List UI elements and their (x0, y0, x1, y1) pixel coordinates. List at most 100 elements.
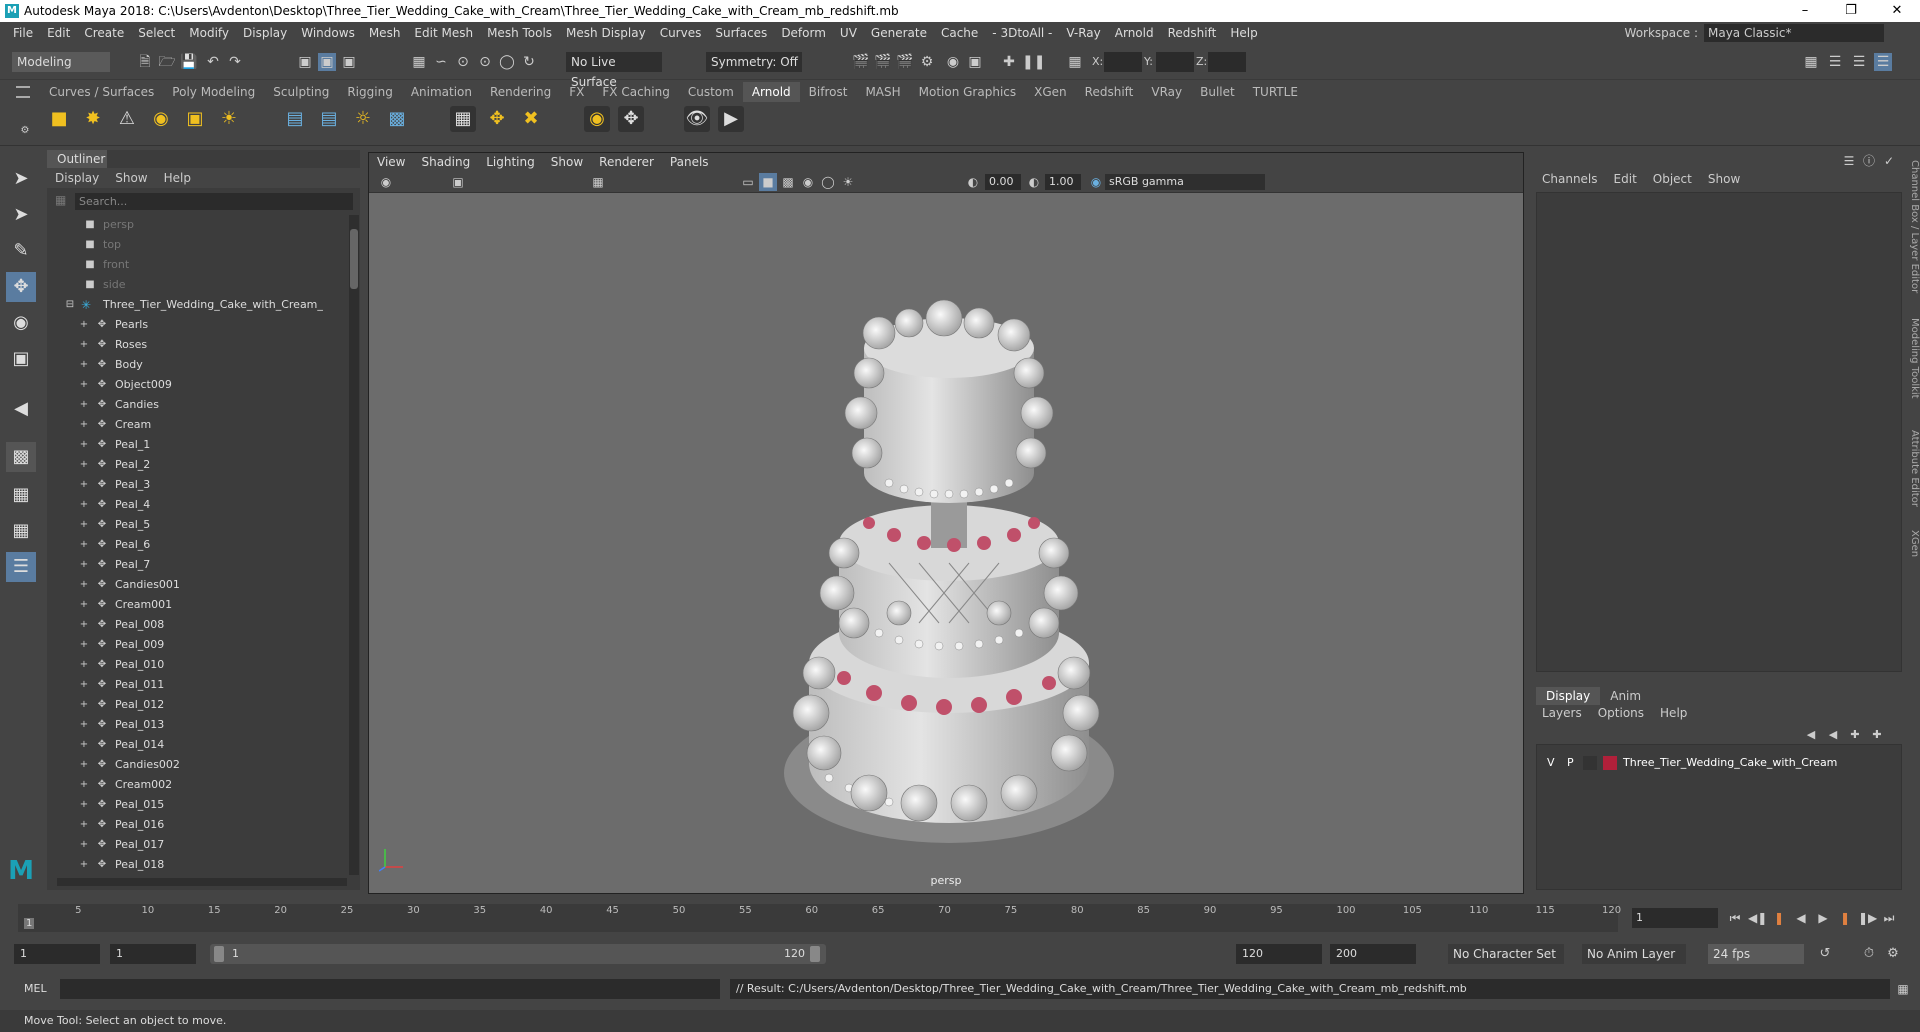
symmetry-dropdown[interactable]: Symmetry: Off (706, 52, 802, 72)
wireframe-icon[interactable]: ▭ (739, 173, 757, 191)
outliner-layout-icon[interactable]: ☰ (6, 552, 36, 582)
gamma-icon[interactable]: ◐ (1025, 173, 1043, 191)
redshift-render-icon[interactable]: ▣ (966, 53, 984, 71)
y-field[interactable] (1156, 52, 1194, 72)
shelf-tab-xgen[interactable]: XGen (1025, 82, 1076, 102)
snap-grid-icon[interactable]: ▦ (410, 53, 428, 71)
mesh-light-icon[interactable]: ✸ (80, 106, 106, 132)
live-surface-dropdown[interactable]: No Live Surface (566, 52, 662, 89)
list-item[interactable]: + ✥ Peal_4 (47, 495, 349, 515)
end-frame-field[interactable]: 120 (1236, 944, 1322, 964)
wedding-cake-model[interactable] (769, 293, 1129, 853)
select-by-object-icon[interactable]: ▣ (318, 53, 336, 71)
list-item[interactable]: + ✥ Peal_5 (47, 515, 349, 535)
list-item[interactable]: + ✥ Body (47, 355, 349, 375)
tool-settings-icon[interactable]: ☰ (1850, 53, 1868, 71)
workspace-dropdown[interactable]: Maya Classic* (1704, 24, 1884, 42)
fps-dropdown[interactable]: 24 fps (1708, 944, 1804, 964)
grid-icon[interactable]: ▦ (589, 173, 607, 191)
play-backward-icon[interactable]: ◀ (1792, 909, 1810, 927)
list-item[interactable]: + ✥ Peal_1 (47, 435, 349, 455)
shelf-tab-custom[interactable]: Custom (679, 82, 743, 102)
menu-curves[interactable]: Curves (660, 26, 702, 40)
menu-generate[interactable]: Generate (871, 26, 927, 40)
snap-point-icon[interactable]: ⊙ (454, 53, 472, 71)
shelf-tab-redshift[interactable]: Redshift (1076, 82, 1143, 102)
layer-color-swatch[interactable] (1603, 756, 1617, 770)
side-tab-modeling-toolkit[interactable]: Modeling Toolkit (1904, 318, 1920, 408)
shelf-tab-fx-caching[interactable]: FX Caching (593, 82, 678, 102)
paint-select-tool-icon[interactable]: ✎ (6, 236, 36, 266)
menu-mesh[interactable]: Mesh (369, 26, 401, 40)
shelf-settings-icon[interactable]: ⚙ (16, 122, 34, 140)
anim-start-field[interactable]: 1 (110, 944, 196, 964)
viewport-menu-show[interactable]: Show (551, 155, 583, 169)
select-by-component-icon[interactable]: ▣ (340, 53, 358, 71)
menu-cache[interactable]: Cache (941, 26, 978, 40)
list-item[interactable]: + ✥ Peal_017 (47, 835, 349, 855)
menu-surfaces[interactable]: Surfaces (715, 26, 767, 40)
z-field[interactable] (1208, 52, 1246, 72)
character-set-dropdown[interactable]: No Character Set (1448, 944, 1564, 964)
tab-display[interactable]: Display (1536, 687, 1601, 705)
rotate-tool-icon[interactable]: ◉ (6, 308, 36, 338)
go-to-end-icon[interactable]: ⏭ (1880, 909, 1898, 927)
snap-curve-icon[interactable]: ∽ (432, 53, 450, 71)
go-to-start-icon[interactable]: ⏮ (1726, 909, 1744, 927)
menu-uv[interactable]: UV (840, 26, 857, 40)
step-forward-icon[interactable]: ❚▶ (1858, 909, 1877, 927)
outliner-menu-show[interactable]: Show (115, 171, 147, 185)
menu-select[interactable]: Select (138, 26, 175, 40)
shelf-tab-turtle[interactable]: TURTLE (1244, 82, 1307, 102)
pin-icon[interactable]: ✓ (1880, 152, 1898, 170)
menu-windows[interactable]: Windows (301, 26, 355, 40)
list-item[interactable]: ■ front (47, 255, 349, 275)
list-item[interactable]: + ✥ Candies001 (47, 575, 349, 595)
skydome-light-icon[interactable]: ◉ (148, 106, 174, 132)
list-item[interactable]: + ✥ Peal_011 (47, 675, 349, 695)
single-view-icon[interactable]: ▩ (6, 442, 36, 472)
minimize-icon[interactable]: – (1782, 0, 1828, 22)
list-item[interactable]: + ✥ Pearls (47, 315, 349, 335)
new-scene-icon[interactable]: 🗎 (136, 53, 154, 71)
select-by-hierarchy-icon[interactable]: ▣ (296, 53, 314, 71)
new-layer-icon[interactable]: ✚ (1846, 726, 1864, 744)
shelf-tab-fx[interactable]: FX (560, 82, 593, 102)
filter-icon[interactable]: ▦ (55, 193, 66, 207)
list-item[interactable]: + ✥ Roses (47, 335, 349, 355)
txmanager-icon[interactable]: ◉ (584, 106, 610, 132)
mode-dropdown[interactable]: Modeling (12, 52, 110, 72)
render-preview-icon[interactable]: 👁 (684, 106, 710, 132)
move-tool-icon[interactable]: ✥ (6, 272, 36, 302)
shelf-tab-bifrost[interactable]: Bifrost (800, 82, 857, 102)
close-icon[interactable]: ✕ (1874, 0, 1920, 22)
four-view-icon[interactable]: ▦ (6, 480, 36, 510)
loop-icon[interactable]: ↺ (1816, 945, 1834, 963)
outliner-menu-display[interactable]: Display (55, 171, 99, 185)
layer-name[interactable]: Three_Tier_Wedding_Cake_with_Cream (1623, 753, 1837, 773)
time-slider[interactable]: 5 10 15 20 25 30 35 40 45 50 55 60 65 70 75 80 85 90 95 100… (0, 900, 1920, 934)
list-item[interactable]: + ✥ Peal_013 (47, 715, 349, 735)
current-frame-field[interactable]: 1 (1632, 908, 1718, 928)
outliner-hscrollbar[interactable] (57, 878, 347, 886)
shelf-tab-arnold[interactable]: Arnold (742, 82, 800, 102)
range-slider[interactable]: 1 120 (210, 944, 826, 964)
snap-view-icon[interactable]: ⊙ (476, 53, 494, 71)
outliner-search-input[interactable]: Search... (75, 193, 353, 210)
viewport-menu-lighting[interactable]: Lighting (486, 155, 535, 169)
move-layer-down-icon[interactable]: ◀ (1824, 726, 1842, 744)
undo-icon[interactable]: ↶ (204, 53, 222, 71)
layer-menu-help[interactable]: Help (1660, 706, 1687, 720)
last-tool-icon[interactable]: ◀ (6, 394, 36, 424)
list-item[interactable]: + ✥ Cream001 (47, 595, 349, 615)
light-portal-icon[interactable]: ▣ (182, 106, 208, 132)
render-settings-icon[interactable]: ⚙ (918, 53, 936, 71)
photometric-light-icon[interactable]: ⚠ (114, 106, 140, 132)
range-handle-end[interactable] (810, 946, 820, 962)
script-lang-label[interactable]: MEL (24, 982, 47, 995)
menu-file[interactable]: File (13, 26, 33, 40)
select-camera-icon[interactable]: ◉ (377, 173, 395, 191)
viewport-menu-shading[interactable]: Shading (421, 155, 470, 169)
open-scene-icon[interactable]: 🗁 (158, 53, 176, 71)
menu-vray[interactable]: V-Ray (1066, 26, 1100, 40)
